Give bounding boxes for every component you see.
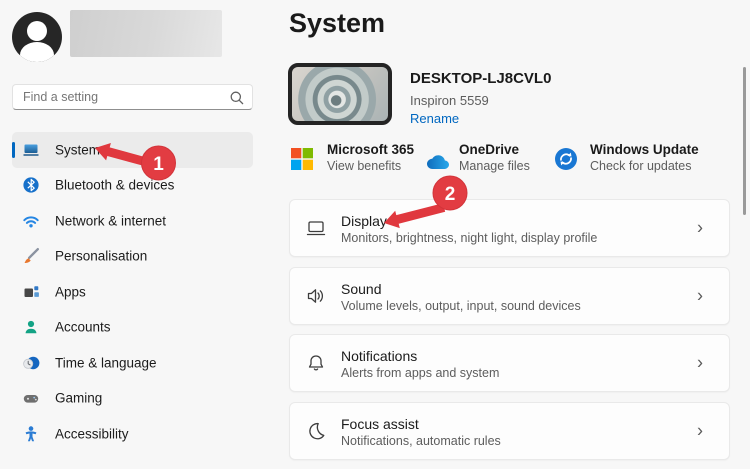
redacted-user-name: [70, 10, 222, 57]
onedrive-cloud-icon: [422, 153, 450, 171]
sidebar-item-gaming[interactable]: Gaming: [12, 381, 253, 417]
sidebar-item-label: Network & internet: [55, 213, 166, 228]
focus-assist-moon-icon: [305, 420, 327, 442]
sidebar-item-label: Bluetooth & devices: [55, 178, 174, 193]
device-model: Inspiron 5559: [410, 93, 489, 108]
card-title: Notifications: [341, 348, 417, 364]
bluetooth-icon: [22, 176, 40, 194]
card-sound[interactable]: Sound Volume levels, output, input, soun…: [289, 267, 730, 325]
sidebar-item-personalisation[interactable]: Personalisation: [12, 239, 253, 275]
card-title: Sound: [341, 281, 381, 297]
quick-action-link[interactable]: Check for updates: [590, 159, 691, 173]
card-subtitle: Volume levels, output, input, sound devi…: [341, 299, 581, 313]
quick-action-title: OneDrive: [459, 142, 519, 157]
sidebar-item-time-language[interactable]: Time & language: [12, 345, 253, 381]
search-box[interactable]: [12, 84, 253, 110]
sidebar-item-accessibility[interactable]: Accessibility: [12, 416, 253, 452]
rename-link[interactable]: Rename: [410, 111, 459, 126]
sidebar-item-label: Personalisation: [55, 249, 147, 264]
windows-update-icon: [554, 147, 578, 171]
card-subtitle: Notifications, automatic rules: [341, 434, 501, 448]
quick-action-link[interactable]: Manage files: [459, 159, 530, 173]
notifications-bell-icon: [305, 352, 327, 374]
sidebar-item-label: Time & language: [55, 355, 157, 370]
avatar-body-silhouette: [20, 42, 54, 62]
gaming-controller-icon: [22, 389, 40, 407]
page-title: System: [289, 8, 385, 39]
card-title: Focus assist: [341, 416, 419, 432]
sidebar-item-label: Accounts: [55, 320, 111, 335]
accessibility-icon: [22, 425, 40, 443]
chevron-right-icon: ›: [697, 285, 703, 306]
sidebar-item-bluetooth-devices[interactable]: Bluetooth & devices: [12, 168, 253, 204]
device-name: DESKTOP-LJ8CVL0: [410, 70, 551, 87]
sidebar-item-label: Gaming: [55, 391, 102, 406]
sidebar-nav: System Bluetooth & devices Network & int…: [12, 132, 253, 452]
chevron-right-icon: ›: [697, 353, 703, 374]
selected-accent-bar: [12, 142, 15, 158]
card-subtitle: Monitors, brightness, night light, displ…: [341, 231, 597, 245]
microsoft-logo-icon: [290, 147, 314, 171]
personalisation-brush-icon: [22, 247, 40, 265]
settings-card-list: Display Monitors, brightness, night ligh…: [289, 199, 730, 469]
sidebar-item-label: Apps: [55, 284, 86, 299]
sidebar-item-label: Accessibility: [55, 426, 129, 441]
sidebar-item-accounts[interactable]: Accounts: [12, 310, 253, 346]
card-display[interactable]: Display Monitors, brightness, night ligh…: [289, 199, 730, 257]
quick-action-title: Microsoft 365: [327, 142, 414, 157]
apps-icon: [22, 283, 40, 301]
device-thumbnail: [288, 63, 392, 125]
avatar-head-silhouette: [27, 21, 47, 41]
display-icon: [305, 217, 327, 239]
user-avatar[interactable]: [12, 12, 62, 62]
sidebar-item-apps[interactable]: Apps: [12, 274, 253, 310]
accounts-person-icon: [22, 318, 40, 336]
chevron-right-icon: ›: [697, 218, 703, 239]
quick-action-title: Windows Update: [590, 142, 699, 157]
search-icon: [229, 90, 245, 106]
system-icon: [22, 141, 40, 159]
sidebar-item-system[interactable]: System: [12, 132, 253, 168]
sound-speaker-icon: [305, 285, 327, 307]
card-focus-assist[interactable]: Focus assist Notifications, automatic ru…: [289, 402, 730, 460]
card-subtitle: Alerts from apps and system: [341, 366, 499, 380]
sidebar-item-network-internet[interactable]: Network & internet: [12, 203, 253, 239]
chevron-right-icon: ›: [697, 420, 703, 441]
card-notifications[interactable]: Notifications Alerts from apps and syste…: [289, 334, 730, 392]
network-wifi-icon: [22, 212, 40, 230]
scrollbar-thumb[interactable]: [743, 67, 746, 215]
time-language-icon: [22, 354, 40, 372]
card-title: Display: [341, 213, 387, 229]
quick-action-link[interactable]: View benefits: [327, 159, 401, 173]
sidebar-item-label: System: [55, 142, 100, 157]
search-input[interactable]: [13, 85, 252, 109]
